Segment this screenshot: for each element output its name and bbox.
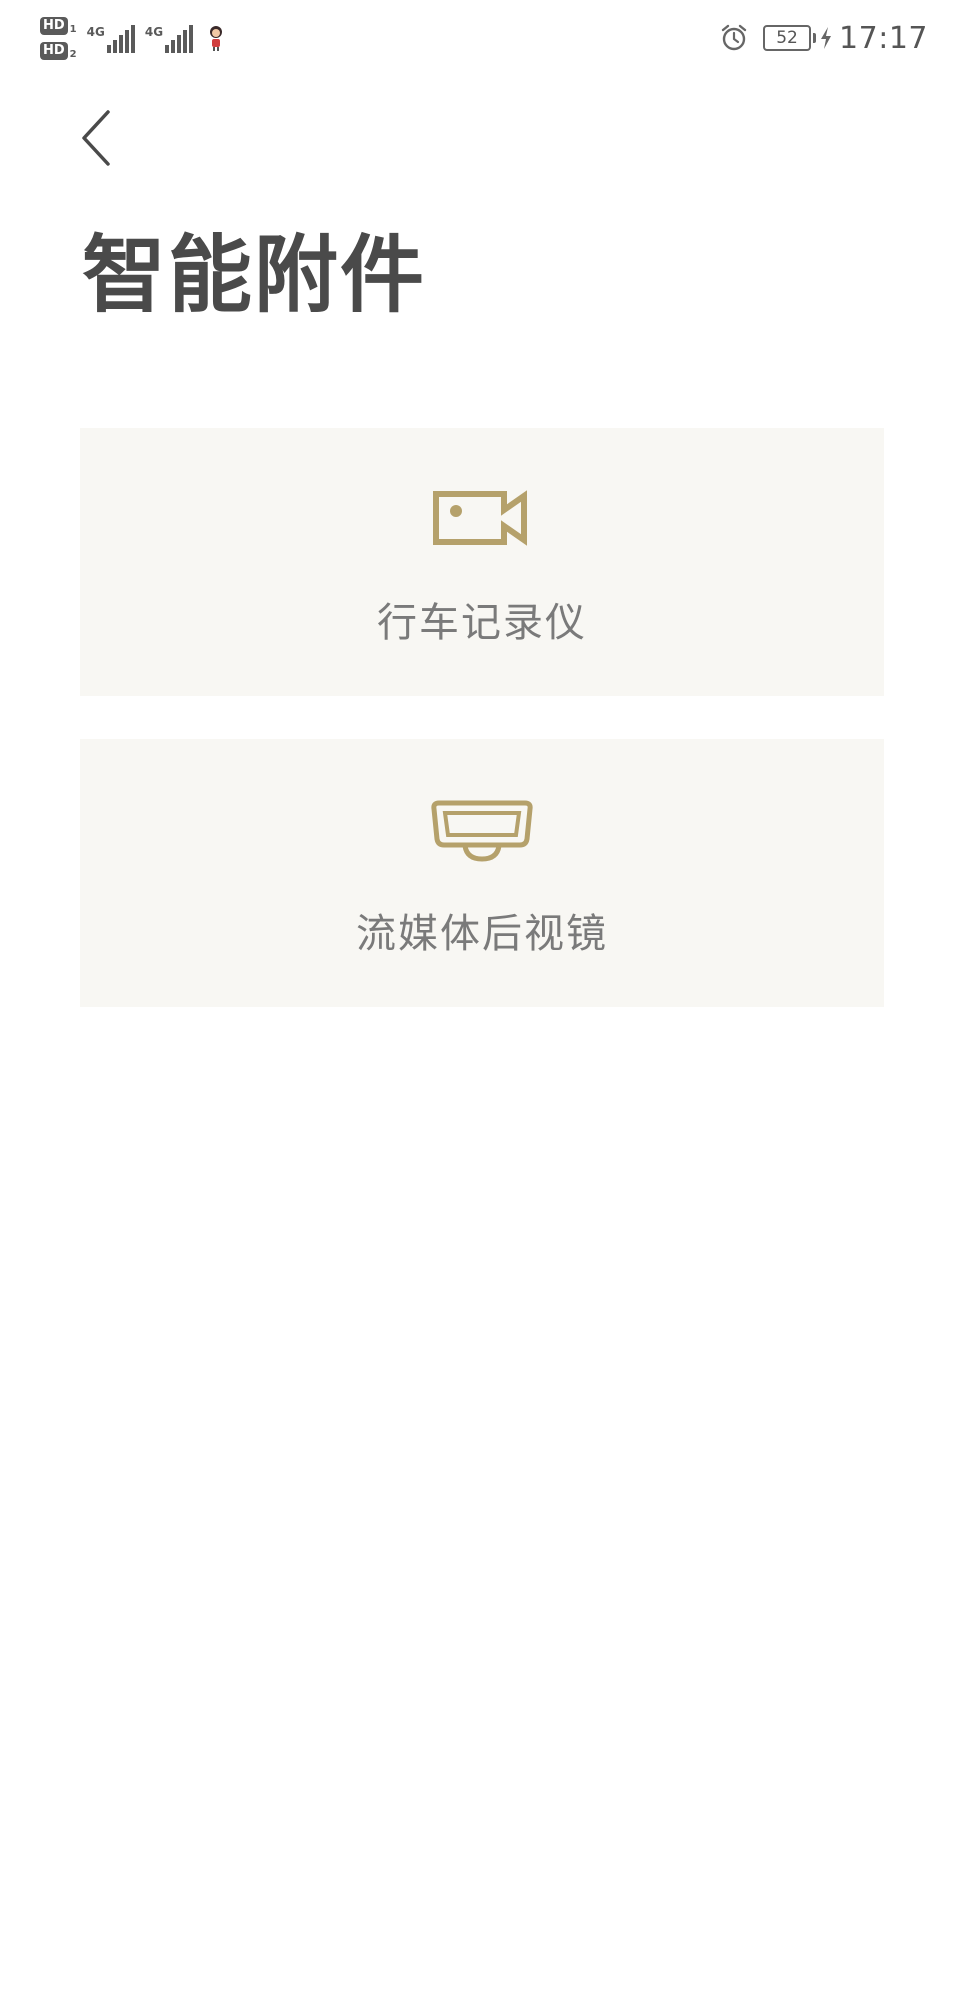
accessory-card-rearview-mirror[interactable]: 流媒体后视镜 <box>80 739 884 1007</box>
status-bar-left: HD 1 HD 2 4G 4G <box>40 10 225 66</box>
back-button[interactable] <box>80 98 128 178</box>
accessory-label: 行车记录仪 <box>377 600 587 646</box>
sim-index: 2 <box>69 48 77 60</box>
signal-icon <box>106 23 135 53</box>
charging-icon <box>821 27 832 49</box>
status-bar: HD 1 HD 2 4G 4G 52 17:17 <box>0 0 960 76</box>
chevron-left-icon <box>82 110 110 166</box>
volte-sim1: HD 1 <box>40 16 77 35</box>
accessory-card-dashcam[interactable]: 行车记录仪 <box>80 428 884 696</box>
network-type: 4G <box>86 25 105 39</box>
alarm-icon <box>721 24 747 51</box>
hd-badge: HD <box>40 16 68 35</box>
rearview-mirror-icon <box>431 800 533 862</box>
volte-indicators: HD 1 HD 2 <box>40 16 77 60</box>
sim-index: 1 <box>69 23 77 35</box>
battery-level: 52 <box>763 25 812 51</box>
accessory-label: 流媒体后视镜 <box>356 911 608 957</box>
volte-sim2: HD 2 <box>40 41 77 60</box>
video-camera-icon <box>433 490 527 546</box>
signal-icon <box>165 23 194 53</box>
hd-badge: HD <box>40 41 68 60</box>
notification-avatar-icon <box>210 26 223 51</box>
network-type: 4G <box>144 25 164 39</box>
battery-icon: 52 <box>763 25 817 51</box>
network-sim1: 4G <box>87 23 135 53</box>
status-bar-right: 52 17:17 <box>719 18 928 58</box>
clock: 17:17 <box>839 20 928 56</box>
network-sim2: 4G <box>144 23 194 53</box>
page-title: 智能附件 <box>82 226 427 324</box>
